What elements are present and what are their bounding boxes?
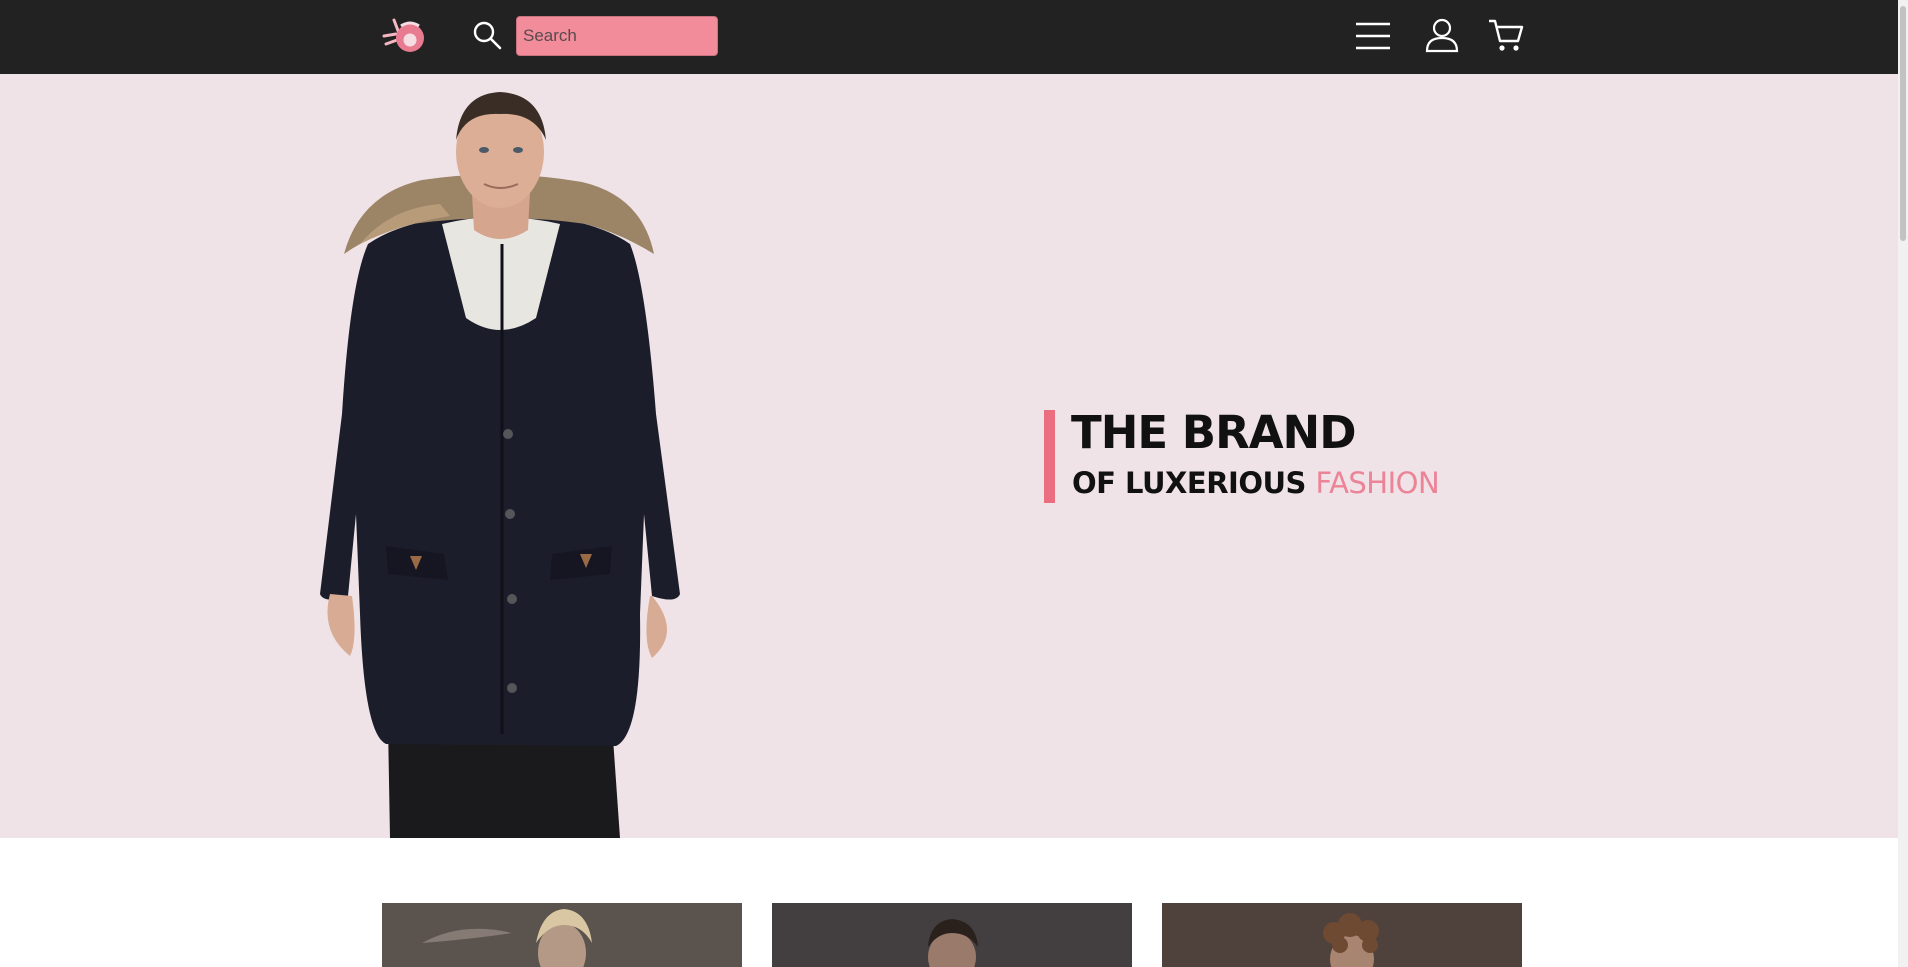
search-input[interactable]	[516, 16, 718, 56]
tagline-accent-bar	[1044, 410, 1055, 503]
man-fashion-photo	[772, 903, 1132, 967]
cart-icon[interactable]	[1487, 16, 1525, 54]
tagline-subtitle: OF LUXERIOUS FASHION	[1072, 466, 1440, 500]
top-navigation-bar	[0, 0, 1908, 74]
woman-fashion-photo	[382, 903, 742, 967]
category-card-men[interactable]	[772, 903, 1132, 967]
category-card-accessories[interactable]	[1162, 903, 1522, 967]
scrollbar-thumb[interactable]	[1900, 6, 1906, 241]
hero-model-image	[320, 92, 680, 838]
user-icon[interactable]	[1424, 16, 1460, 54]
tagline-subtitle-prefix: OF LUXERIOUS	[1072, 466, 1306, 500]
hero-banner: THE BRAND OF LUXERIOUS FASHION	[0, 74, 1898, 838]
category-card-women[interactable]	[382, 903, 742, 967]
tagline-title: THE BRAND	[1071, 406, 1357, 459]
tagline-subtitle-accent: FASHION	[1315, 466, 1440, 500]
brand-logo[interactable]	[380, 14, 430, 58]
vertical-scrollbar[interactable]	[1898, 0, 1908, 967]
search-icon[interactable]	[471, 19, 503, 51]
curly-hair-fashion-photo	[1162, 903, 1522, 967]
menu-icon[interactable]	[1354, 18, 1392, 54]
